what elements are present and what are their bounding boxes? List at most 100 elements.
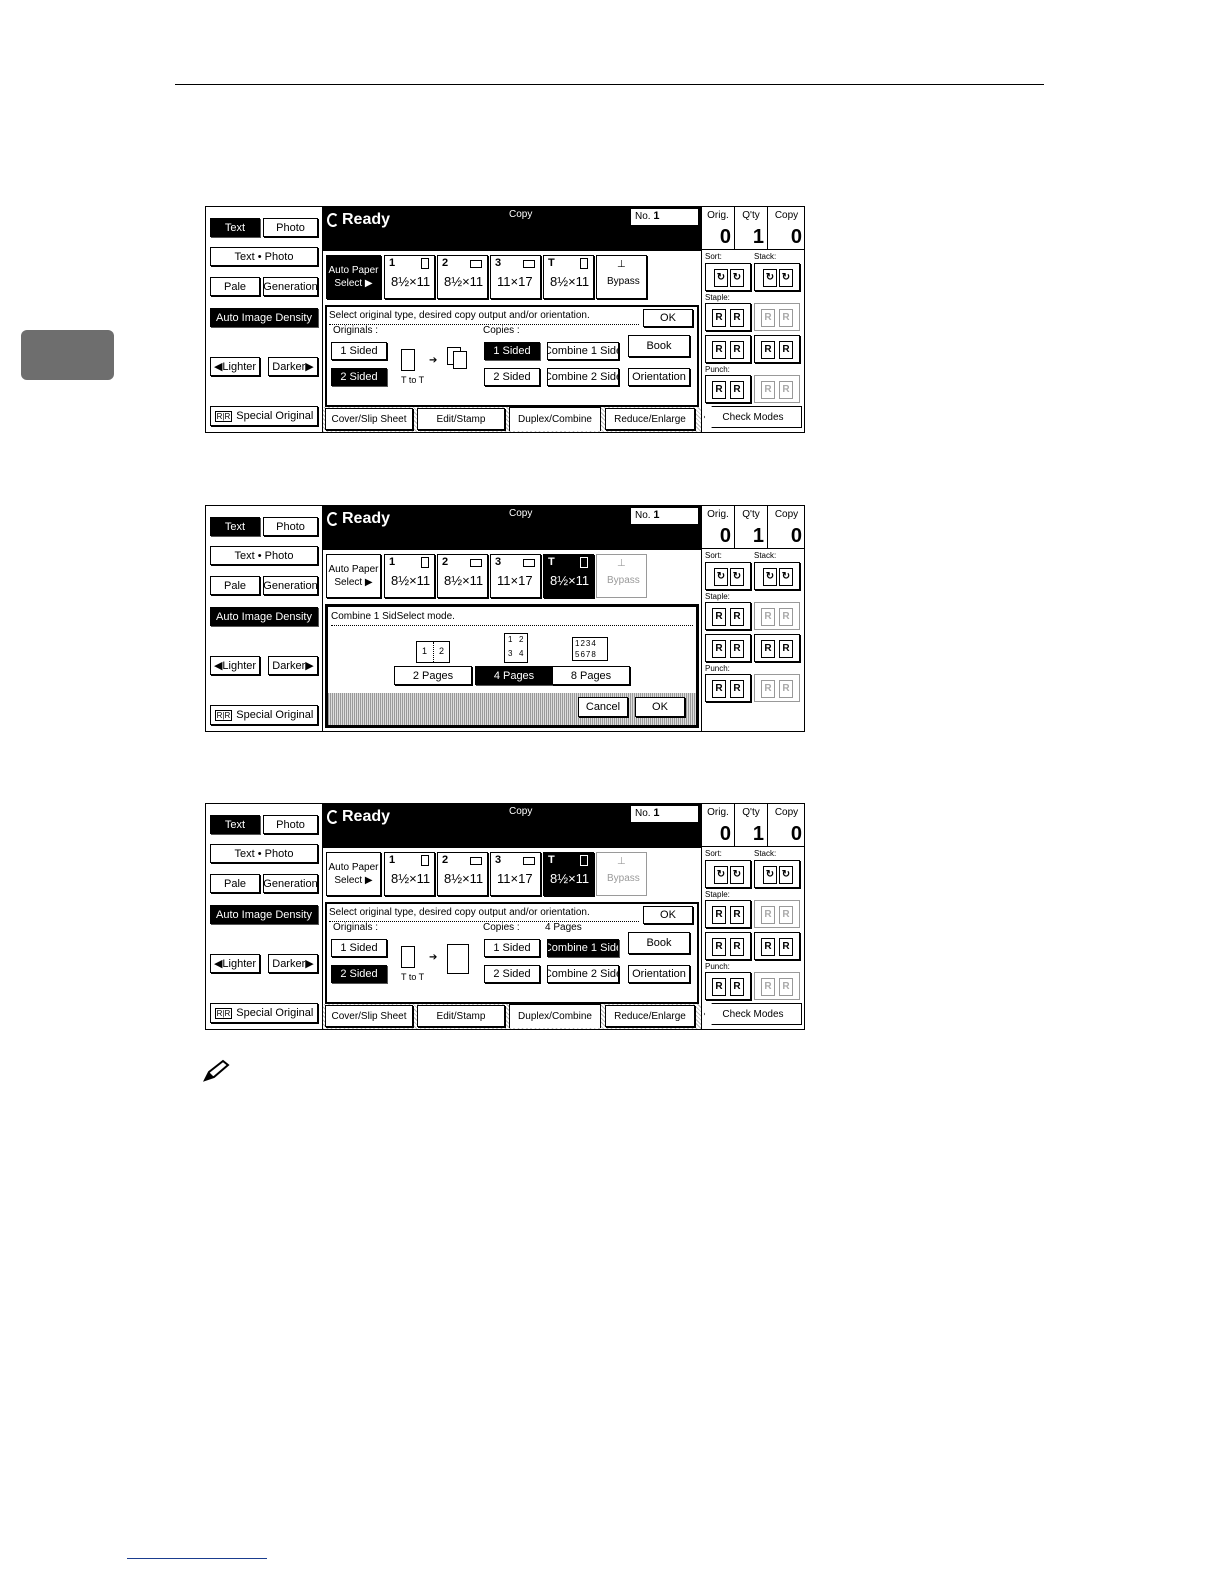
four-pages-button[interactable]: 4 Pages <box>475 666 553 685</box>
tray-1-button[interactable]: 1 8½×11 <box>384 554 435 598</box>
photo-mode-button[interactable]: Photo <box>263 218 318 237</box>
original-1-sided-button[interactable]: 1 Sided <box>331 939 387 957</box>
book-button[interactable]: Book <box>628 335 690 357</box>
text-photo-button[interactable]: Text • Photo <box>210 546 318 565</box>
check-modes-button[interactable]: Check Modes <box>704 1003 802 1025</box>
tab-edit-stamp[interactable]: Edit/Stamp <box>417 408 505 430</box>
tab-edit-stamp[interactable]: Edit/Stamp <box>417 1005 505 1027</box>
tray-3-button[interactable]: 3 11×17 <box>490 554 541 598</box>
tray-large-capacity-button[interactable]: T 8½×11 <box>543 554 594 598</box>
special-original-button[interactable]: R|R Special Original <box>210 705 318 725</box>
tab-duplex-combine[interactable]: Duplex/Combine <box>509 1004 601 1028</box>
sort-icon[interactable]: ↻ ↻ <box>705 562 751 590</box>
original-2-sided-button[interactable]: 2 Sided <box>331 965 387 983</box>
combine-1-side-button[interactable]: Combine 1 Side <box>547 342 619 360</box>
pale-button[interactable]: Pale <box>210 277 260 296</box>
stack-icon[interactable]: ↻ ↻ <box>754 860 800 888</box>
tray-1-button[interactable]: 1 8½×11 <box>384 255 435 299</box>
punch-top-icon[interactable]: RR <box>754 972 800 1000</box>
eight-pages-button[interactable]: 8 Pages <box>552 666 630 685</box>
combine-1-side-button[interactable]: Combine 1 Side <box>547 939 619 957</box>
tray-2-button[interactable]: 2 8½×11 <box>437 554 488 598</box>
darker-button[interactable]: Darker ▶ <box>268 954 318 973</box>
staple-top-right-icon[interactable]: RR <box>754 900 800 928</box>
orientation-button[interactable]: Orientation <box>628 368 690 386</box>
staple-top-left-icon[interactable]: RR <box>705 900 751 928</box>
ok-button[interactable]: OK <box>643 309 693 327</box>
darker-button[interactable]: Darker ▶ <box>268 357 318 376</box>
tray-2-button[interactable]: 2 8½×11 <box>437 852 488 896</box>
punch-left-icon[interactable]: RR <box>705 375 751 403</box>
ok-button[interactable]: OK <box>643 906 693 924</box>
sort-icon[interactable]: ↻ ↻ <box>705 860 751 888</box>
bypass-tray-button[interactable]: ⊥ Bypass <box>596 554 647 598</box>
text-photo-button[interactable]: Text • Photo <box>210 247 318 266</box>
staple-top-right-icon[interactable]: RR <box>754 303 800 331</box>
lighter-button[interactable]: ◀ Lighter <box>210 357 260 376</box>
sort-icon[interactable]: ↻ ↻ <box>705 263 751 291</box>
pale-button[interactable]: Pale <box>210 576 260 595</box>
text-mode-button[interactable]: Text <box>210 815 260 834</box>
staple-slant-icon[interactable]: RR <box>705 335 751 363</box>
staple-double-icon[interactable]: RR <box>754 634 800 662</box>
tray-3-button[interactable]: 3 11×17 <box>490 852 541 896</box>
tray-large-capacity-button[interactable]: T 8½×11 <box>543 255 594 299</box>
staple-top-right-icon[interactable]: RR <box>754 602 800 630</box>
copy-1-sided-button[interactable]: 1 Sided <box>484 342 540 360</box>
staple-double-icon[interactable]: RR <box>754 932 800 960</box>
text-photo-button[interactable]: Text • Photo <box>210 844 318 863</box>
combine-2-side-button[interactable]: Combine 2 Side <box>547 965 619 983</box>
auto-paper-select-button[interactable]: Auto Paper Select ▶ <box>326 255 381 299</box>
stack-icon[interactable]: ↻ ↻ <box>754 562 800 590</box>
tab-duplex-combine[interactable]: Duplex/Combine <box>509 407 601 431</box>
cancel-button[interactable]: Cancel <box>578 697 628 717</box>
text-mode-button[interactable]: Text <box>210 218 260 237</box>
punch-left-icon[interactable]: RR <box>705 972 751 1000</box>
pale-button[interactable]: Pale <box>210 874 260 893</box>
tray-3-button[interactable]: 3 11×17 <box>490 255 541 299</box>
orientation-button[interactable]: Orientation <box>628 965 690 983</box>
copy-2-sided-button[interactable]: 2 Sided <box>484 368 540 386</box>
auto-image-density-button[interactable]: Auto Image Density <box>210 607 318 626</box>
copy-2-sided-button[interactable]: 2 Sided <box>484 965 540 983</box>
darker-button[interactable]: Darker ▶ <box>268 656 318 675</box>
special-original-button[interactable]: R|R Special Original <box>210 1003 318 1023</box>
bypass-tray-button[interactable]: ⊥ Bypass <box>596 255 647 299</box>
stack-icon[interactable]: ↻ ↻ <box>754 263 800 291</box>
auto-image-density-button[interactable]: Auto Image Density <box>210 905 318 924</box>
tab-reduce-enlarge[interactable]: Reduce/Enlarge <box>605 408 695 430</box>
generation-button[interactable]: Generation <box>263 576 318 595</box>
staple-slant-icon[interactable]: RR <box>705 932 751 960</box>
check-modes-button[interactable]: Check Modes <box>704 406 802 428</box>
photo-mode-button[interactable]: Photo <box>263 517 318 536</box>
tab-cover-slip-sheet[interactable]: Cover/Slip Sheet <box>325 1005 413 1027</box>
original-2-sided-button[interactable]: 2 Sided <box>331 368 387 386</box>
tray-large-capacity-button[interactable]: T 8½×11 <box>543 852 594 896</box>
lighter-button[interactable]: ◀ Lighter <box>210 954 260 973</box>
generation-button[interactable]: Generation <box>263 277 318 296</box>
tab-reduce-enlarge[interactable]: Reduce/Enlarge <box>605 1005 695 1027</box>
combine-2-side-button[interactable]: Combine 2 Side <box>547 368 619 386</box>
punch-left-icon[interactable]: RR <box>705 674 751 702</box>
lighter-button[interactable]: ◀ Lighter <box>210 656 260 675</box>
staple-top-left-icon[interactable]: RR <box>705 602 751 630</box>
two-pages-button[interactable]: 2 Pages <box>394 666 472 685</box>
book-button[interactable]: Book <box>628 932 690 954</box>
tray-1-button[interactable]: 1 8½×11 <box>384 852 435 896</box>
staple-double-icon[interactable]: RR <box>754 335 800 363</box>
tab-cover-slip-sheet[interactable]: Cover/Slip Sheet <box>325 408 413 430</box>
ok-button[interactable]: OK <box>635 697 685 717</box>
punch-top-icon[interactable]: RR <box>754 674 800 702</box>
text-mode-button[interactable]: Text <box>210 517 260 536</box>
original-1-sided-button[interactable]: 1 Sided <box>331 342 387 360</box>
photo-mode-button[interactable]: Photo <box>263 815 318 834</box>
auto-paper-select-button[interactable]: Auto Paper Select ▶ <box>326 554 381 598</box>
auto-image-density-button[interactable]: Auto Image Density <box>210 308 318 327</box>
bypass-tray-button[interactable]: ⊥ Bypass <box>596 852 647 896</box>
copy-1-sided-button[interactable]: 1 Sided <box>484 939 540 957</box>
staple-top-left-icon[interactable]: RR <box>705 303 751 331</box>
auto-paper-select-button[interactable]: Auto Paper Select ▶ <box>326 852 381 896</box>
special-original-button[interactable]: R|R Special Original <box>210 406 318 426</box>
staple-slant-icon[interactable]: RR <box>705 634 751 662</box>
generation-button[interactable]: Generation <box>263 874 318 893</box>
